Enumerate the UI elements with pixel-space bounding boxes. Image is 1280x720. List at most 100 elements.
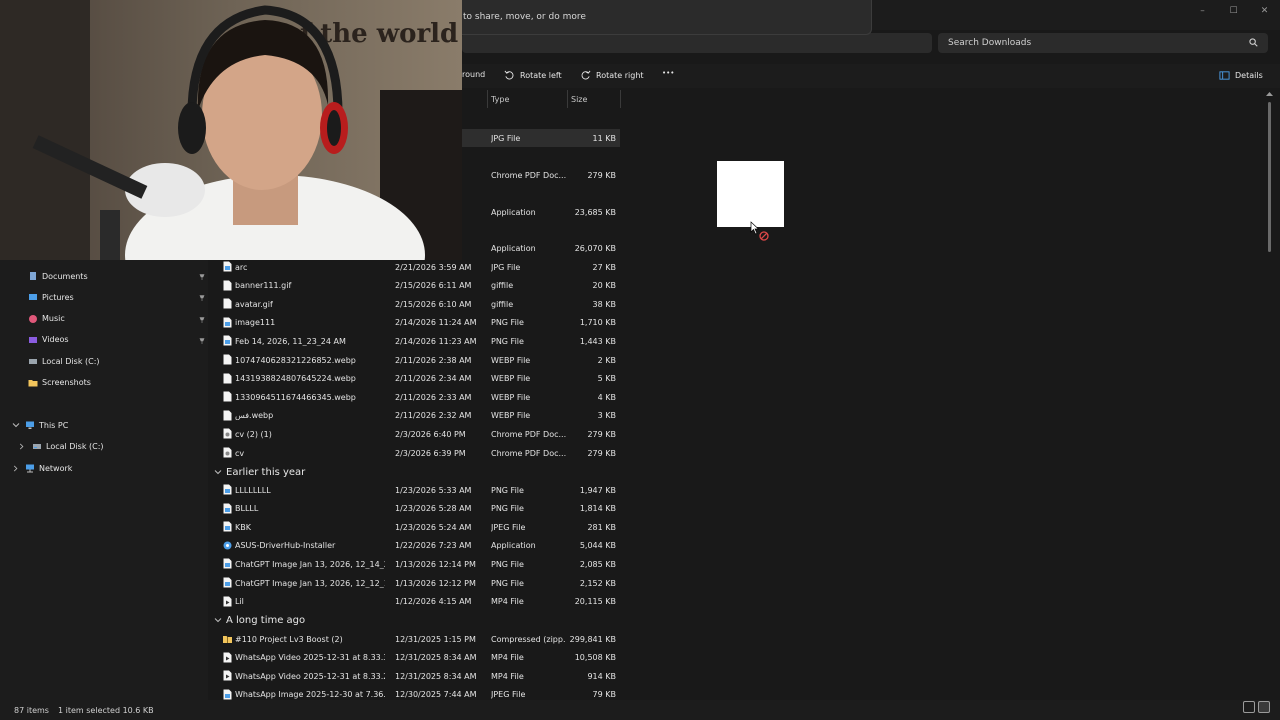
maximize-button[interactable]: ☐ bbox=[1218, 0, 1249, 22]
sidebar-item-pictures[interactable]: Pictures bbox=[28, 287, 74, 307]
details-pane-button[interactable]: Details bbox=[1219, 70, 1263, 81]
file-row[interactable]: Chrome PDF Doc... 279 KB bbox=[462, 166, 620, 184]
file-date: 12/31/2025 8:34 AM bbox=[395, 653, 477, 663]
nav-this-pc[interactable]: This PC bbox=[12, 415, 68, 435]
address-bar[interactable] bbox=[462, 33, 932, 53]
file-row[interactable]: Application 23,685 KB bbox=[462, 203, 620, 221]
file-type: WEBP File bbox=[491, 392, 531, 402]
file-row[interactable]: Application 26,070 KB bbox=[462, 239, 620, 257]
file-type: WEBP File bbox=[491, 374, 531, 384]
file-size: 279 KB bbox=[587, 170, 616, 180]
window-controls: – ☐ ✕ bbox=[1187, 0, 1280, 22]
file-row[interactable]: Feb 14, 2026, 11_23_24 AM 2/14/2026 11:23… bbox=[210, 332, 620, 350]
file-date: 1/23/2026 5:24 AM bbox=[395, 522, 472, 532]
file-icon bbox=[223, 391, 232, 402]
webcam-overlay: f the world bbox=[0, 0, 462, 260]
file-row[interactable]: #110 Project Lv3 Boost (2) 12/31/2025 1:1… bbox=[210, 630, 620, 648]
file-row[interactable]: cv 2/3/2026 6:39 PM Chrome PDF Doc... 279 K… bbox=[210, 444, 620, 462]
file-row[interactable]: banner111.gif 2/15/2026 6:11 AM giffile 20 … bbox=[210, 277, 620, 295]
this-pc-icon bbox=[26, 421, 34, 429]
file-type: Chrome PDF Doc... bbox=[491, 170, 566, 180]
rotate-left-button[interactable]: Rotate left bbox=[504, 70, 562, 81]
search-icon[interactable] bbox=[1249, 38, 1258, 47]
pin-icon[interactable] bbox=[199, 337, 205, 344]
file-type: MP4 File bbox=[491, 671, 524, 681]
file-type: Chrome PDF Doc... bbox=[491, 448, 566, 458]
file-row[interactable]: WhatsApp Video 2025-12-31 at 8.33.26 AM 1… bbox=[210, 667, 620, 685]
pin-icon[interactable] bbox=[199, 273, 205, 280]
file-size: 5,044 KB bbox=[579, 541, 616, 551]
file-row[interactable]: image111 2/14/2026 11:24 AM PNG File 1,710 … bbox=[210, 314, 620, 332]
file-row[interactable]: 1074740628321226852.webp 2/11/2026 2:38 A… bbox=[210, 351, 620, 369]
search-input[interactable] bbox=[948, 38, 1238, 48]
minimize-button[interactable]: – bbox=[1187, 0, 1218, 22]
image-file-icon bbox=[223, 261, 232, 272]
file-row[interactable]: avatar.gif 2/15/2026 6:10 AM giffile 38 KB bbox=[210, 295, 620, 313]
close-button[interactable]: ✕ bbox=[1249, 0, 1280, 22]
file-date: 2/11/2026 2:34 AM bbox=[395, 374, 472, 384]
column-header-type[interactable]: Type bbox=[491, 95, 509, 104]
sidebar-item-documents[interactable]: Documents bbox=[28, 266, 88, 286]
pin-icon[interactable] bbox=[199, 316, 205, 323]
column-header-size[interactable]: Size bbox=[571, 95, 587, 104]
file-row[interactable]: arc 2/21/2026 3:59 AM JPG File 27 KB bbox=[210, 258, 620, 276]
drive-icon bbox=[28, 356, 38, 366]
group-header-long-ago[interactable]: A long time ago bbox=[214, 611, 305, 629]
file-name: فس.webp bbox=[235, 411, 274, 421]
nav-label: Pictures bbox=[42, 292, 74, 302]
details-label: Details bbox=[1235, 71, 1263, 80]
pin-icon[interactable] bbox=[199, 294, 205, 302]
file-row[interactable]: KBK 1/23/2026 5:24 AM JPEG File 281 KB bbox=[210, 518, 620, 536]
file-date: 2/15/2026 6:11 AM bbox=[395, 281, 472, 291]
file-row[interactable]: JPG File 11 KB bbox=[462, 129, 620, 147]
file-row[interactable]: ASUS-DriverHub-Installer 1/22/2026 7:23 A… bbox=[210, 537, 620, 555]
nav-local-disk-c[interactable]: Local Disk (C:) bbox=[18, 436, 104, 456]
zip-folder-icon bbox=[223, 633, 232, 644]
scroll-up-arrow-icon[interactable] bbox=[1266, 90, 1273, 96]
nav-label: Videos bbox=[42, 335, 69, 345]
search-box[interactable] bbox=[938, 33, 1268, 53]
set-background-button[interactable]: round bbox=[462, 70, 485, 79]
vertical-scrollbar[interactable] bbox=[1268, 102, 1271, 252]
file-date: 2/14/2026 11:23 AM bbox=[395, 336, 477, 346]
sidebar-item-screenshots[interactable]: Screenshots bbox=[28, 373, 91, 393]
file-row[interactable]: WhatsApp Video 2025-12-31 at 8.33.34 AM 1… bbox=[210, 649, 620, 667]
documents-icon bbox=[28, 271, 38, 281]
sidebar-item-music[interactable]: Music bbox=[28, 309, 65, 329]
file-row[interactable]: فس.webp 2/11/2026 2:32 AM WEBP File 3 KB bbox=[210, 407, 620, 425]
file-row[interactable]: Lil 1/12/2026 4:15 AM MP4 File 20,115 KB bbox=[210, 593, 620, 611]
file-size: 10,508 KB bbox=[574, 653, 616, 663]
file-name: image111 bbox=[235, 318, 276, 328]
file-row[interactable]: ChatGPT Image Jan 13, 2026, 12_12_10 PM 1… bbox=[210, 574, 620, 592]
file-type: MP4 File bbox=[491, 653, 524, 663]
more-options-button[interactable]: ••• bbox=[662, 69, 674, 77]
column-separator[interactable] bbox=[620, 90, 621, 108]
file-row[interactable]: LLLLLLLL 1/23/2026 5:33 AM PNG File 1,947 K… bbox=[210, 481, 620, 499]
file-size: 5 KB bbox=[597, 374, 616, 384]
file-type: giffile bbox=[491, 299, 514, 309]
details-view-button[interactable] bbox=[1243, 701, 1255, 713]
file-size: 914 KB bbox=[587, 671, 616, 681]
file-row[interactable]: 1431938824807645224.webp 2/11/2026 2:34 A… bbox=[210, 370, 620, 388]
file-type: PNG File bbox=[491, 485, 524, 495]
file-row[interactable]: 1330964511674466345.webp 2/11/2026 2:33 A… bbox=[210, 388, 620, 406]
column-separator[interactable] bbox=[487, 90, 488, 108]
file-name: LLLLLLLL bbox=[235, 485, 271, 495]
nav-network[interactable]: Network bbox=[12, 458, 72, 478]
tiles-view-button[interactable] bbox=[1258, 701, 1270, 713]
group-header-earlier[interactable]: Earlier this year bbox=[214, 463, 305, 481]
chevron-right-icon bbox=[13, 465, 18, 471]
sidebar-item-local-disk-c[interactable]: Local Disk (C:) bbox=[28, 351, 100, 371]
sidebar-item-videos[interactable]: Videos bbox=[28, 330, 69, 350]
rotate-right-button[interactable]: Rotate right bbox=[580, 70, 644, 81]
video-file-icon bbox=[223, 652, 232, 663]
item-count: 87 items bbox=[14, 705, 49, 715]
file-row[interactable]: BLLLL 1/23/2026 5:28 AM PNG File 1,814 KB bbox=[210, 500, 620, 518]
column-separator[interactable] bbox=[567, 90, 568, 108]
file-row[interactable]: ChatGPT Image Jan 13, 2026, 12_14_22 PM 1… bbox=[210, 555, 620, 573]
file-icon bbox=[223, 373, 232, 384]
drive-icon bbox=[33, 444, 41, 449]
file-row[interactable]: cv (2) (1) 2/3/2026 6:40 PM Chrome PDF Doc… bbox=[210, 425, 620, 443]
file-date: 2/15/2026 6:10 AM bbox=[395, 299, 472, 309]
file-date: 2/11/2026 2:33 AM bbox=[395, 392, 472, 402]
